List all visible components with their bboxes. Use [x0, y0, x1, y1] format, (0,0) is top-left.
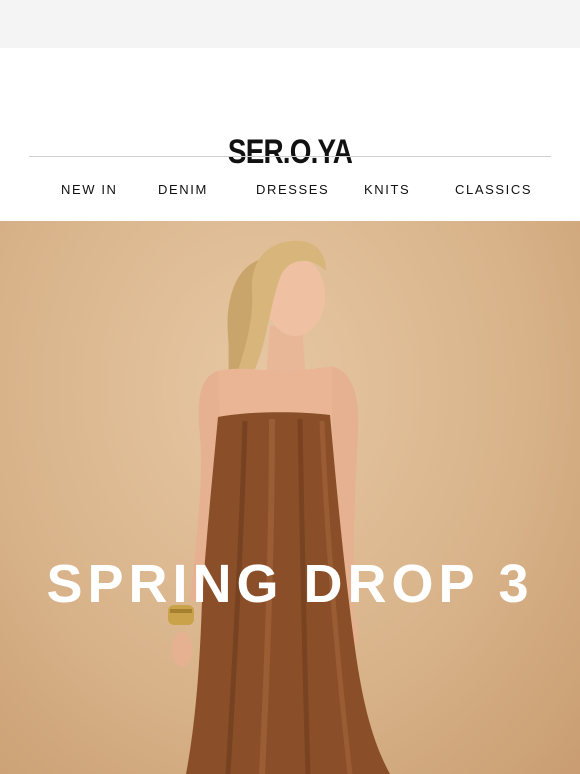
- hero-headline: SPRING DROP 3: [46, 554, 534, 614]
- nav-item-denim[interactable]: DENIM: [158, 178, 208, 202]
- nav-item-new-in[interactable]: NEW IN: [61, 178, 118, 202]
- nav-item-dresses[interactable]: DRESSES: [256, 178, 329, 202]
- hero-banner[interactable]: SPRING DROP 3: [0, 221, 580, 774]
- email-header: SER.O.YA NEW IN DENIM DRESSES KNITS CLAS…: [0, 48, 580, 221]
- hero-model-image: [168, 240, 390, 774]
- nav-item-knits[interactable]: KNITS: [364, 178, 410, 202]
- brand-logo[interactable]: SER.O.YA: [52, 132, 528, 172]
- top-spacer-bar: [0, 0, 580, 48]
- nav-item-classics[interactable]: CLASSICS: [455, 178, 532, 202]
- header-divider: [29, 156, 551, 157]
- category-nav: NEW IN DENIM DRESSES KNITS CLASSICS: [0, 178, 580, 202]
